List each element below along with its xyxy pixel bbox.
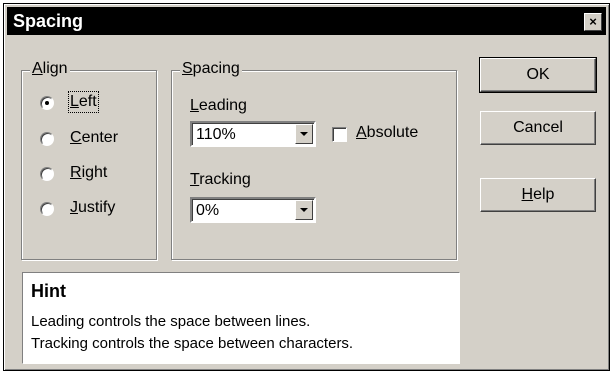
cancel-button-label: Cancel [513, 119, 563, 136]
absolute-checkbox[interactable] [332, 127, 347, 142]
align-right-label: Right [70, 164, 108, 181]
radio-circle-icon[interactable] [40, 202, 54, 216]
ok-button[interactable]: OK [479, 57, 597, 93]
leading-label: Leading [190, 97, 247, 114]
help-button[interactable]: Help [480, 178, 596, 212]
radio-circle-icon[interactable] [40, 167, 54, 181]
ok-button-label: OK [526, 66, 550, 83]
spacing-group-label: Spacing [180, 60, 242, 78]
close-button[interactable]: × [584, 13, 602, 31]
align-group: Align Left Center Right Justify [21, 60, 157, 260]
tracking-combobox[interactable]: 0% [190, 197, 316, 223]
cancel-button[interactable]: Cancel [480, 111, 596, 145]
dialog-title: Spacing [13, 11, 84, 31]
hint-title: Hint [31, 281, 66, 301]
leading-combobox[interactable]: 110% [190, 121, 316, 147]
help-button-label: Help [521, 186, 555, 203]
tracking-label: Tracking [190, 171, 251, 188]
chevron-down-icon[interactable] [295, 124, 313, 144]
hint-line-1: Leading controls the space between lines… [31, 313, 311, 330]
hint-line-2: Tracking controls the space between char… [31, 335, 354, 352]
spacing-group: Spacing Leading 110% Absolute Tracking 0… [171, 60, 457, 260]
align-center-label: Center [70, 129, 119, 146]
leading-value: 110% [196, 126, 236, 143]
radio-dot-icon[interactable] [40, 96, 54, 110]
align-group-label: Align [30, 60, 70, 78]
close-icon: × [589, 14, 597, 29]
tracking-value: 0% [196, 202, 220, 219]
chevron-down-icon[interactable] [295, 200, 313, 220]
spacing-dialog: Spacing × Align Left Center Right Justif… [3, 3, 610, 371]
hint-panel: Hint Leading controls the space between … [22, 272, 460, 364]
title-bar[interactable]: Spacing × [7, 7, 606, 35]
absolute-label: Absolute [356, 124, 419, 141]
align-left-label: Left [68, 91, 99, 113]
radio-circle-icon[interactable] [40, 132, 54, 146]
align-justify-label: Justify [70, 199, 116, 216]
